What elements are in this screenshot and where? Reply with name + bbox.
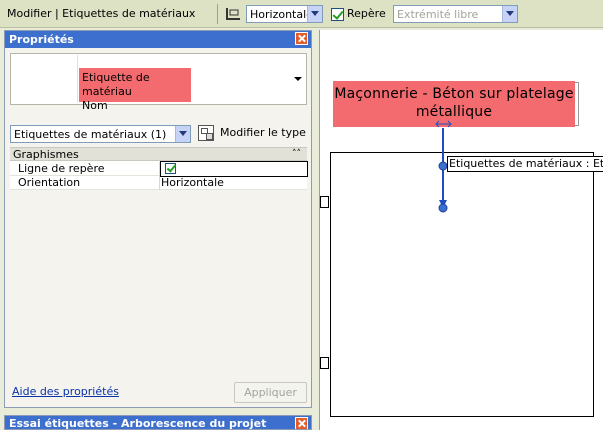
group-header-graphics[interactable]: Graphismes ˄˄	[10, 148, 307, 161]
project-browser-title: Essai étiquettes - Arborescence du proje…	[9, 417, 267, 430]
property-row-leader-line[interactable]: Ligne de repère	[10, 161, 308, 177]
context-title: Modifier | Etiquettes de matériaux	[7, 7, 196, 20]
leader-label: Repère	[347, 7, 386, 20]
property-row-orientation[interactable]: Orientation Horizontale	[10, 176, 307, 190]
instance-filter-value: Etiquettes de matériaux (1)	[14, 128, 167, 141]
close-icon[interactable]	[295, 417, 308, 429]
edit-type-button[interactable]: Modifier le type	[198, 124, 308, 144]
chevron-down-icon[interactable]	[502, 6, 517, 22]
wall-section[interactable]	[330, 152, 594, 417]
group-label: Graphismes	[13, 148, 79, 161]
edit-type-icon	[198, 125, 214, 141]
property-value-editor[interactable]	[160, 161, 308, 177]
leader-end-dropdown[interactable]: Extrémité libre	[393, 5, 518, 23]
options-separator	[217, 4, 218, 24]
type-selector[interactable]: Etiquette de matériau Nom	[10, 53, 307, 112]
type-name: Nom	[82, 99, 108, 112]
material-tag-line2: métallique	[415, 104, 493, 120]
close-icon[interactable]	[295, 32, 308, 45]
column-divider	[159, 176, 160, 190]
leader-checkbox[interactable]	[331, 8, 344, 21]
edit-type-label: Modifier le type	[220, 126, 306, 139]
properties-panel: Propriétés Etiquette de matériau Nom Eti…	[4, 30, 312, 408]
material-tag-text[interactable]: Maçonnerie - Béton sur platelage métalli…	[333, 85, 575, 121]
instance-filter-dropdown[interactable]: Etiquettes de matériaux (1)	[10, 125, 191, 143]
material-tag-line1: Maçonnerie - Béton sur platelage	[334, 86, 574, 102]
leader-line-checkbox[interactable]	[165, 163, 176, 174]
properties-panel-title: Propriétés	[9, 33, 74, 46]
options-bar: Modifier | Etiquettes de matériaux Horiz…	[0, 0, 603, 28]
tag-orientation-icon	[226, 8, 240, 20]
property-key: Orientation	[18, 176, 81, 189]
type-name-highlight: Etiquette de matériau Nom	[79, 68, 191, 112]
wall-grip-bottom[interactable]	[320, 357, 329, 369]
apply-button[interactable]: Appliquer	[234, 382, 307, 403]
collapse-chevron-icon[interactable]: ˄˄	[292, 149, 301, 159]
property-key: Ligne de repère	[18, 162, 105, 175]
properties-panel-header: Propriétés	[5, 31, 311, 48]
property-value: Horizontale	[161, 176, 224, 189]
type-family-name: Etiquette de matériau	[82, 71, 150, 98]
element-tooltip: Etiquettes de matériaux : Etiquette de m…	[447, 156, 603, 172]
properties-help-link[interactable]: Aide des propriétés	[12, 385, 119, 398]
wall-grip-top[interactable]	[320, 196, 329, 208]
type-preview-image	[12, 55, 78, 103]
chevron-down-icon[interactable]	[175, 126, 190, 142]
properties-grid: Graphismes ˄˄ Ligne de repère Orientatio…	[10, 147, 308, 190]
leader-end-value: Extrémité libre	[397, 8, 479, 21]
orientation-value: Horizontale	[250, 8, 308, 21]
orientation-dropdown[interactable]: Horizontale	[246, 5, 323, 23]
dropdown-arrow-icon[interactable]	[294, 77, 302, 81]
project-browser-header: Essai étiquettes - Arborescence du proje…	[4, 415, 312, 430]
drawing-canvas[interactable]: Maçonnerie - Béton sur platelage métalli…	[319, 30, 603, 430]
chevron-down-icon[interactable]	[307, 6, 322, 22]
